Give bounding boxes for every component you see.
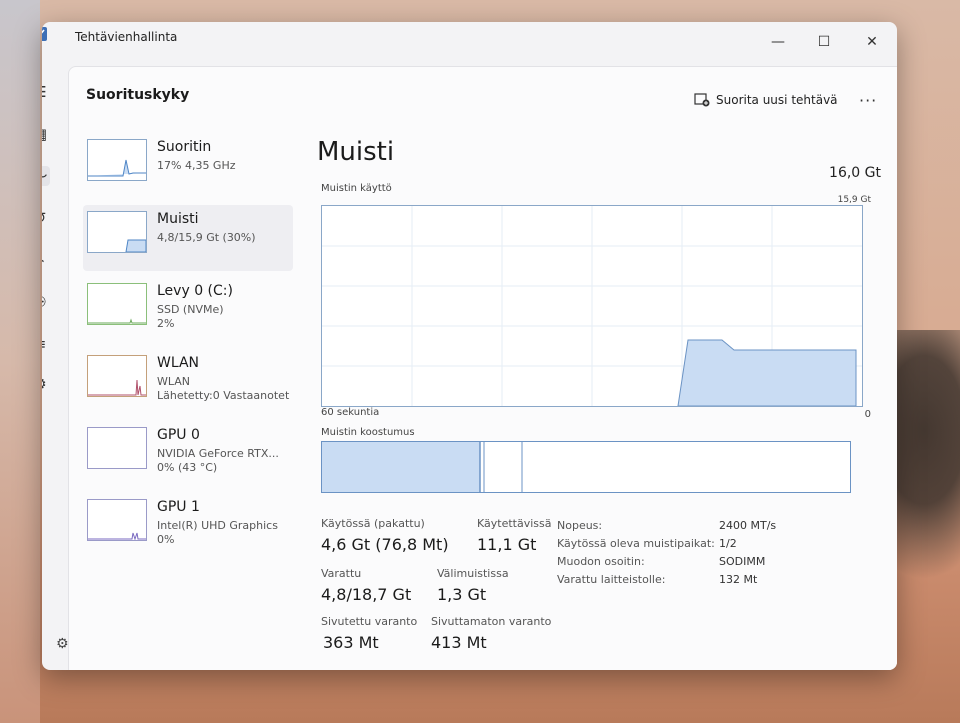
- detail-slots-value: 1/2: [719, 537, 737, 550]
- minimize-button[interactable]: —: [768, 32, 788, 52]
- disk-thumbnail-graph: [87, 283, 147, 325]
- performance-panel: Suorituskyky Suorita uusi tehtävä ··· Su…: [68, 66, 897, 670]
- available-value: 11,1 Gt: [477, 535, 537, 554]
- device-detail: 17% 4,35 GHz: [157, 159, 236, 172]
- cached-value: 1,3 Gt: [437, 585, 487, 604]
- startup-apps-icon[interactable]: ⌁: [42, 250, 50, 270]
- device-detail-2: Lähetetty:0 Vastaanotet: [157, 389, 290, 402]
- gpu0-thumbnail-graph: [87, 427, 147, 469]
- title-bar[interactable]: Tehtävienhallinta — ☐ ✕: [42, 22, 897, 66]
- detail-hardware-reserved-value: 132 Mt: [719, 573, 758, 586]
- memory-usage-graph: [321, 205, 863, 407]
- detail-form-factor-value: SODIMM: [719, 555, 766, 568]
- run-task-icon: [694, 93, 710, 107]
- device-list: Suoritin 17% 4,35 GHz Muisti 4,8/15,9 Gt…: [83, 133, 293, 565]
- task-manager-window: Tehtävienhallinta — ☐ ✕ ☰ ▦ 〜 ↺ ⌁ ⚇ ≡ ⚙ …: [42, 22, 897, 670]
- committed-value: 4,8/18,7 Gt: [321, 585, 412, 604]
- nonpaged-pool-label: Sivuttamaton varanto: [431, 615, 552, 628]
- detail-slots-key: Käytössä oleva muistipaikat:: [557, 537, 715, 550]
- task-manager-app-icon: [42, 27, 47, 41]
- device-item-wlan[interactable]: WLAN WLAN Lähetetty:0 Vastaanotet: [83, 349, 293, 415]
- services-icon[interactable]: ⚙: [42, 374, 50, 394]
- memory-title: Muisti: [317, 137, 395, 167]
- memory-total: 16,0 Gt: [829, 165, 881, 181]
- time-axis-label: 60 sekuntia: [321, 407, 380, 418]
- performance-icon[interactable]: 〜: [42, 166, 50, 186]
- device-detail: Intel(R) UHD Graphics: [157, 519, 278, 532]
- device-item-cpu[interactable]: Suoritin 17% 4,35 GHz: [83, 133, 293, 199]
- device-detail-2: 0% (43 °C): [157, 461, 218, 474]
- hamburger-menu-icon[interactable]: ☰: [42, 82, 50, 102]
- zero-axis-label: 0: [864, 409, 871, 420]
- detail-speed-key: Nopeus:: [557, 519, 603, 532]
- device-detail-2: 2%: [157, 317, 175, 330]
- device-name: WLAN: [157, 355, 200, 371]
- wlan-thumbnail-graph: [87, 355, 147, 397]
- device-item-disk[interactable]: Levy 0 (C:) SSD (NVMe) 2%: [83, 277, 293, 343]
- in-use-value: 4,6 Gt (76,8 Mt): [321, 535, 449, 554]
- device-detail: SSD (NVMe): [157, 303, 224, 316]
- composition-label: Muistin koostumus: [321, 427, 415, 438]
- details-icon[interactable]: ≡: [42, 334, 50, 354]
- cached-label: Välimuistissa: [437, 567, 509, 580]
- device-name: Levy 0 (C:): [157, 283, 233, 299]
- detail-speed-value: 2400 MT/s: [719, 519, 777, 532]
- processes-icon[interactable]: ▦: [42, 124, 50, 144]
- detail-form-factor-key: Muodon osoitin:: [557, 555, 645, 568]
- app-history-icon[interactable]: ↺: [42, 208, 50, 228]
- memory-usage-label: Muistin käyttö: [321, 183, 392, 194]
- run-new-task-button[interactable]: Suorita uusi tehtävä: [694, 93, 838, 107]
- memory-composition-bar: [321, 441, 851, 493]
- device-item-gpu0[interactable]: GPU 0 NVIDIA GeForce RTX... 0% (43 °C): [83, 421, 293, 487]
- desktop-left-edge: [0, 0, 40, 723]
- users-icon[interactable]: ⚇: [42, 292, 50, 312]
- in-use-label: Käytössä (pakattu): [321, 517, 425, 530]
- maximize-button[interactable]: ☐: [814, 32, 834, 52]
- device-detail: NVIDIA GeForce RTX...: [157, 447, 279, 460]
- device-item-memory[interactable]: Muisti 4,8/15,9 Gt (30%): [83, 205, 293, 271]
- device-name: Suoritin: [157, 139, 212, 155]
- memory-usage-max: 15,9 Gt: [837, 195, 871, 205]
- nonpaged-pool-value: 413 Mt: [431, 633, 487, 652]
- device-detail-2: 0%: [157, 533, 175, 546]
- device-name: GPU 1: [157, 499, 200, 515]
- committed-label: Varattu: [321, 567, 362, 580]
- device-detail: 4,8/15,9 Gt (30%): [157, 231, 256, 244]
- device-detail: WLAN: [157, 375, 191, 388]
- paged-pool-value: 363 Mt: [323, 633, 379, 652]
- window-title: Tehtävienhallinta: [75, 30, 178, 44]
- more-options-button[interactable]: ···: [859, 91, 877, 110]
- close-button[interactable]: ✕: [862, 32, 882, 52]
- settings-gear-icon[interactable]: ⚙: [56, 636, 69, 652]
- page-title: Suorituskyky: [86, 87, 190, 103]
- gpu1-thumbnail-graph: [87, 499, 147, 541]
- device-item-gpu1[interactable]: GPU 1 Intel(R) UHD Graphics 0%: [83, 493, 293, 559]
- device-name: GPU 0: [157, 427, 200, 443]
- device-name: Muisti: [157, 211, 199, 227]
- paged-pool-label: Sivutettu varanto: [321, 615, 418, 628]
- memory-thumbnail-graph: [87, 211, 147, 253]
- available-label: Käytettävissä: [477, 517, 552, 530]
- run-task-label: Suorita uusi tehtävä: [716, 93, 838, 107]
- detail-hardware-reserved-key: Varattu laitteistolle:: [557, 573, 666, 586]
- cpu-thumbnail-graph: [87, 139, 147, 181]
